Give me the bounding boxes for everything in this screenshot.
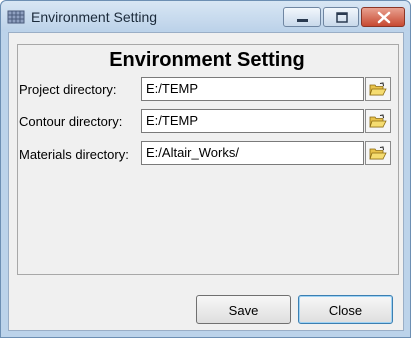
maximize-icon [336,12,348,23]
project-directory-label: Project directory: [19,82,117,97]
dialog-body: Environment Setting Project directory: E… [8,32,404,331]
folder-open-icon [369,146,387,160]
window-title: Environment Setting [31,9,158,25]
close-window-button[interactable] [361,7,405,27]
minimize-icon [297,19,308,22]
project-directory-browse-button[interactable] [365,77,391,101]
project-directory-field[interactable]: E:/TEMP [141,77,364,101]
save-button[interactable]: Save [196,295,291,324]
materials-directory-browse-button[interactable] [365,141,391,165]
materials-directory-label: Materials directory: [19,147,129,162]
close-icon [377,11,391,24]
contour-directory-field[interactable]: E:/TEMP [141,109,364,133]
maximize-button[interactable] [323,7,359,27]
folder-open-icon [369,114,387,128]
minimize-button[interactable] [283,7,321,27]
materials-directory-field[interactable]: E:/Altair_Works/ [141,141,364,165]
dialog-heading: Environment Setting [109,49,305,71]
grid-app-icon [7,10,25,24]
environment-setting-window: Environment Setting Environment Setting … [0,0,411,338]
title-bar[interactable]: Environment Setting [1,1,410,31]
contour-directory-label: Contour directory: [19,114,123,129]
contour-directory-browse-button[interactable] [365,109,391,133]
folder-open-icon [369,82,387,96]
close-button[interactable]: Close [298,295,393,324]
